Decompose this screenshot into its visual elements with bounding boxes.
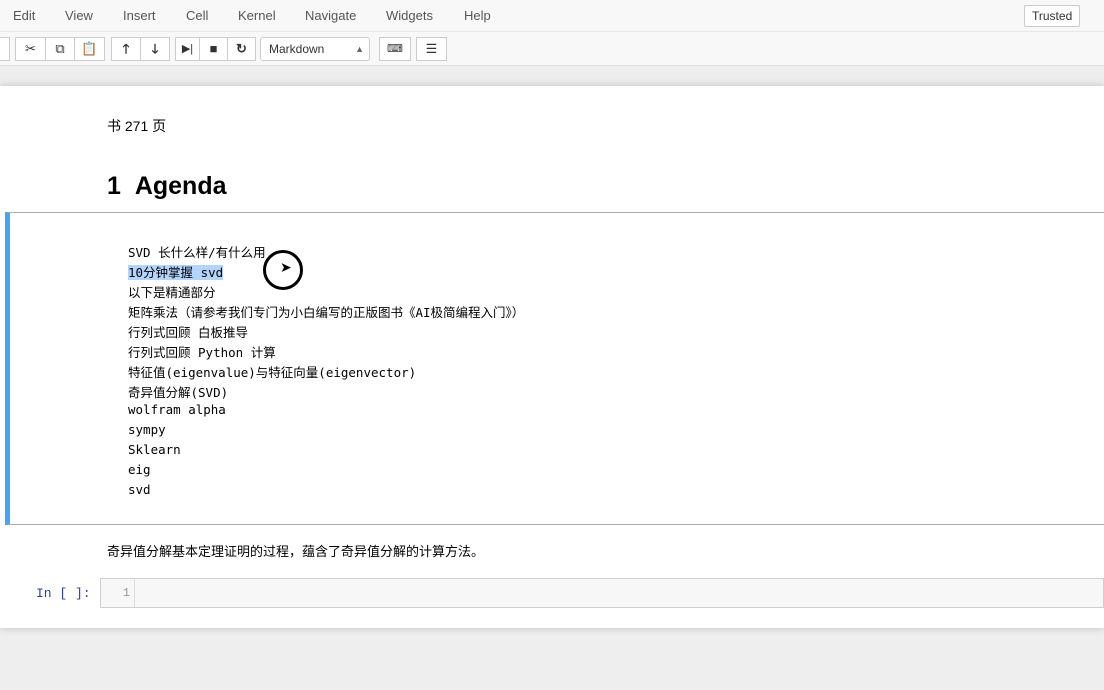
agenda-line[interactable]: 行列式回顾 白板推导 — [128, 322, 248, 341]
heading-agenda: 1 Agenda — [107, 172, 227, 201]
agenda-line[interactable]: 行列式回顾 Python 计算 — [128, 342, 276, 361]
toolbar: ✂ ⧉ 📋 🡑 🡓 ▶| ■ ↻ Markdown ▲ ⌨ ☰ — [0, 32, 1104, 66]
agenda-line[interactable]: 矩阵乘法（请参考我们专门为小白编写的正版图书《AI极简编程入门》） — [128, 302, 524, 321]
agenda-line[interactable]: sympy — [128, 422, 166, 437]
agenda-line[interactable]: eig — [128, 462, 151, 477]
notebook-container: 书 271 页 1 Agenda SVD 长什么样/有什么用 10分钟掌握 sv… — [0, 86, 1104, 628]
move-up-icon[interactable]: 🡑 — [111, 37, 141, 61]
agenda-line[interactable]: Sklearn — [128, 442, 181, 457]
agenda-line[interactable]: 奇异值分解(SVD) — [128, 382, 228, 401]
run-icon[interactable]: ▶| — [175, 37, 200, 61]
agenda-line[interactable]: 特征值(eigenvalue)与特征向量(eigenvector) — [128, 362, 416, 381]
agenda-line[interactable]: 以下是精通部分 — [128, 282, 216, 301]
trusted-indicator[interactable]: Trusted — [1024, 5, 1081, 27]
stop-icon[interactable]: ■ — [199, 37, 228, 61]
menu-widgets[interactable]: Widgets — [386, 8, 433, 23]
mouse-cursor-highlight: ➤ — [263, 250, 303, 290]
menu-bar: Edit View Insert Cell Kernel Navigate Wi… — [0, 0, 1104, 32]
agenda-line-selected[interactable]: 10分钟掌握 svd — [128, 265, 224, 280]
select-arrows-icon: ▲ — [355, 44, 364, 54]
keyboard-icon[interactable]: ⌨ — [379, 37, 411, 61]
add-cell-button[interactable] — [0, 37, 10, 61]
heading-text: Agenda — [134, 172, 227, 200]
cell-type-value: Markdown — [269, 42, 325, 56]
pointer-icon: ➤ — [280, 259, 292, 275]
heading-number: 1 — [107, 172, 121, 200]
command-palette-icon[interactable]: ☰ — [416, 37, 447, 61]
page-note: 书 271 页 — [107, 118, 167, 134]
paste-icon[interactable]: 📋 — [74, 37, 105, 61]
copy-icon[interactable]: ⧉ — [45, 37, 75, 61]
menu-help[interactable]: Help — [464, 8, 491, 23]
agenda-line[interactable]: wolfram alpha — [128, 402, 226, 417]
cut-icon[interactable]: ✂ — [15, 37, 46, 61]
code-cell-input[interactable]: 1 — [100, 578, 1104, 608]
menu-cell[interactable]: Cell — [186, 8, 208, 23]
input-prompt: In [ ]: — [36, 586, 91, 601]
move-down-icon[interactable]: 🡓 — [140, 37, 170, 61]
svd-note: 奇异值分解基本定理证明的过程，蕴含了奇异值分解的计算方法。 — [107, 544, 485, 559]
menu-kernel[interactable]: Kernel — [238, 8, 276, 23]
menu-navigate[interactable]: Navigate — [305, 8, 356, 23]
menu-view[interactable]: View — [65, 8, 93, 23]
cell-type-select[interactable]: Markdown ▲ — [260, 37, 370, 61]
agenda-line[interactable]: SVD 长什么样/有什么用 — [128, 242, 266, 261]
menu-edit[interactable]: Edit — [13, 8, 35, 23]
restart-icon[interactable]: ↻ — [227, 37, 256, 61]
line-number: 1 — [101, 579, 135, 607]
menu-insert[interactable]: Insert — [123, 8, 156, 23]
agenda-line[interactable]: svd — [128, 482, 151, 497]
